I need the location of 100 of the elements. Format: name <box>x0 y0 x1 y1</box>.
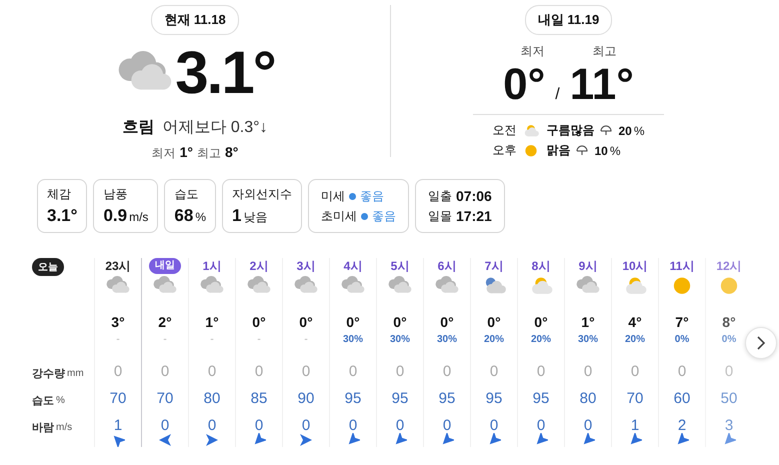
wind-arrow-icon <box>675 432 689 446</box>
hour-label: 1시 <box>202 258 222 275</box>
row-label: 습도 % <box>32 394 66 409</box>
rain-chance: 30% <box>436 334 457 346</box>
rainfall-value: 0 <box>536 362 546 382</box>
rain-chance: - <box>304 334 308 346</box>
wind-speed: 3 <box>724 418 734 432</box>
card-label: 습도 <box>174 186 200 203</box>
cloud-icon <box>340 276 366 296</box>
row-label: 바람 m/s <box>32 421 74 436</box>
card-value: 68% <box>174 206 206 226</box>
rainfall-value: 0 <box>490 362 498 382</box>
humidity-value: 50 <box>720 388 738 408</box>
card-value: 1 낮음 <box>232 206 268 226</box>
cloud-icon <box>105 276 131 296</box>
card-label: 체감 <box>47 186 72 203</box>
next-button[interactable] <box>745 327 777 359</box>
hour-label: 5시 <box>390 258 410 275</box>
rainfall-value: 0 <box>160 362 170 382</box>
hour-label: 12시 <box>716 258 742 275</box>
temperature: 4° <box>628 314 642 330</box>
low-value: 1° <box>180 144 193 160</box>
rain-chance: 30% <box>578 334 598 346</box>
cloud-icon <box>387 276 413 296</box>
rainfall-value: 0 <box>396 362 404 382</box>
hour-label: 4시 <box>344 258 362 275</box>
wind-arrow-icon <box>581 432 595 446</box>
hour-label: 8시 <box>532 258 550 275</box>
hour-label: 9시 <box>578 258 598 275</box>
rain-chance: 20% <box>530 334 551 346</box>
date-badge: 현재 11.18 <box>151 5 239 35</box>
cloud-icon <box>575 276 601 296</box>
rain-chance: 30% <box>342 334 363 346</box>
hour-label: 11시 <box>670 258 694 275</box>
wind-speed: 0 <box>536 418 546 432</box>
hour-label: 23시 <box>105 258 131 275</box>
temperature: 1° <box>581 314 595 330</box>
sun-cloud-icon <box>522 124 540 138</box>
card-value: 17:21 <box>456 208 492 224</box>
rainfall-value: 0 <box>302 362 310 382</box>
hour-label: 7시 <box>484 258 504 275</box>
wind-arrow-icon <box>393 432 407 446</box>
low-label: 최저 <box>152 145 176 162</box>
humidity-value: 95 <box>344 388 362 408</box>
hour-label: 6시 <box>438 258 456 275</box>
temperature: 0° <box>252 314 266 330</box>
card-label: 일몰 <box>428 208 452 224</box>
comparison-text: 어제보다 0.3°↓ <box>162 118 268 138</box>
hour-label: 10시 <box>622 258 648 275</box>
rainfall-value: 0 <box>630 362 640 382</box>
card-value: 3.1° <box>47 206 78 226</box>
humidity-value: 90 <box>298 388 314 408</box>
wind-speed: 0 <box>396 418 404 432</box>
rain-chance: 20% <box>624 334 645 346</box>
wind-arrow-icon <box>205 432 219 446</box>
humidity-value: 70 <box>156 388 174 408</box>
status-dot <box>349 192 356 200</box>
humidity-value: 95 <box>532 388 550 408</box>
rainfall-value: 0 <box>678 362 686 382</box>
humidity-value: 70 <box>626 388 644 408</box>
card-label: 초미세 <box>321 208 358 224</box>
humidity-value: 60 <box>674 388 690 408</box>
day-tag: 내일 <box>149 258 181 274</box>
cloud-icon <box>246 276 272 296</box>
umbrella-icon <box>600 125 612 136</box>
rainfall-value: 0 <box>208 362 216 382</box>
hour-label: 2시 <box>250 258 268 275</box>
temperature: 2° <box>158 314 172 330</box>
low-value: 0° <box>503 60 546 110</box>
rainfall-value: 0 <box>584 362 592 382</box>
temperature: 0° <box>487 314 501 330</box>
wind-speed: 0 <box>442 418 452 432</box>
wind-arrow-icon <box>252 432 266 446</box>
high-value: 11° <box>570 60 634 110</box>
temperature: 0° <box>346 314 360 330</box>
card-label: 자외선지수 <box>232 186 292 203</box>
wind-arrow-icon <box>534 432 548 446</box>
temperature: 3° <box>111 314 125 330</box>
period-label: 오전 <box>492 122 516 139</box>
rain-chance: 0% <box>674 334 690 346</box>
status-dot <box>361 212 368 220</box>
rainfall-value: 0 <box>724 362 734 382</box>
humidity-value: 70 <box>110 388 126 408</box>
rain-chance: - <box>210 334 214 346</box>
date-badge: 내일 11.19 <box>524 5 612 35</box>
temperature: 0° <box>534 314 548 330</box>
humidity-value: 85 <box>250 388 268 408</box>
cloud-icon <box>152 276 178 296</box>
humidity-value: 95 <box>392 388 408 408</box>
wind-speed: 0 <box>302 418 310 432</box>
rain-chance: 30% <box>390 334 410 346</box>
hour-label: 3시 <box>296 258 316 275</box>
chevron-right-icon <box>756 336 766 350</box>
card-value: 좋음 <box>360 188 384 204</box>
condition-text: 구름많음 <box>546 122 594 139</box>
wind-speed: 1 <box>630 418 640 432</box>
rainfall-value: 0 <box>254 362 264 382</box>
temperature: 8° <box>722 314 736 330</box>
day-tag: 오늘 <box>32 258 64 276</box>
humidity-value: 80 <box>204 388 220 408</box>
